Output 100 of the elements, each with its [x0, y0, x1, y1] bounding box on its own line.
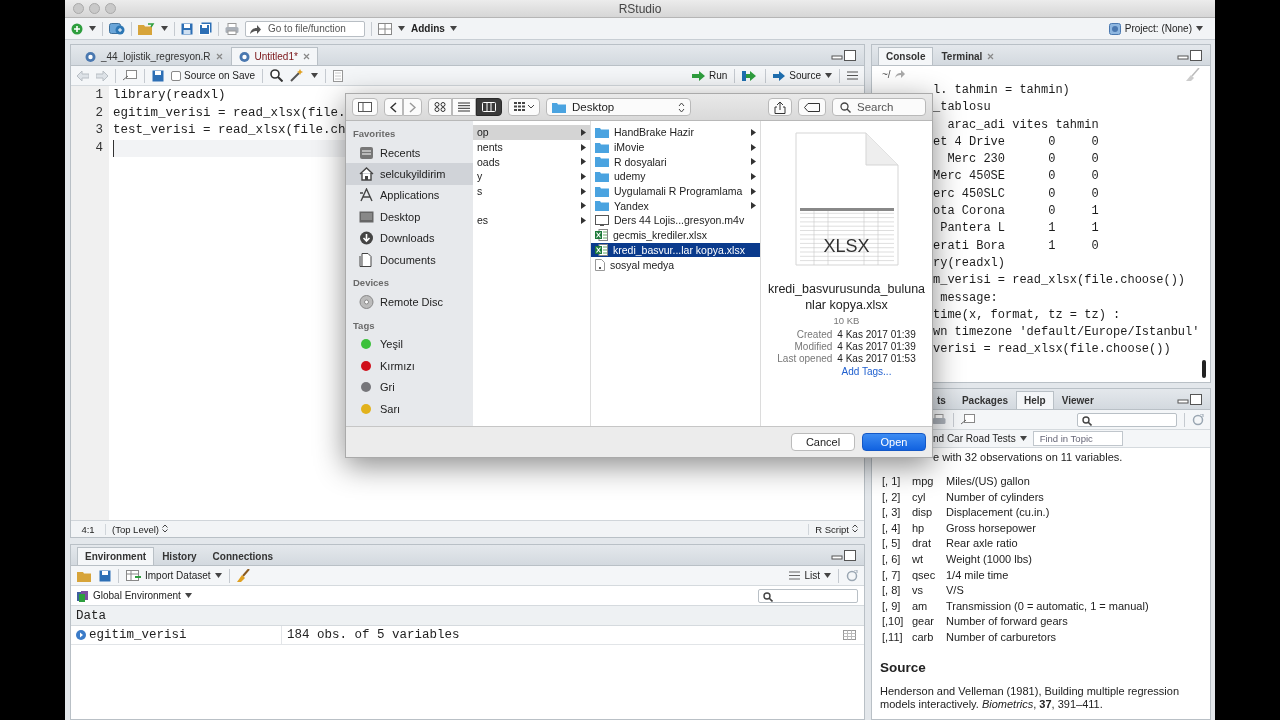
caret-icon[interactable] [214, 573, 222, 578]
tab[interactable]: Terminal [933, 47, 1003, 65]
file-row[interactable]: R dosyalari [591, 154, 760, 170]
caret-icon[interactable] [825, 73, 832, 78]
source-button[interactable]: Source [773, 70, 832, 81]
add-tags-link[interactable]: Add Tags... [841, 366, 892, 378]
file-row[interactable]: oads [473, 154, 590, 170]
tab[interactable]: Help [1016, 391, 1054, 409]
new-project-icon[interactable] [109, 22, 125, 35]
notebook-icon[interactable] [333, 69, 344, 82]
print-icon[interactable] [225, 22, 239, 35]
save-all-icon[interactable] [199, 22, 212, 35]
tab[interactable]: Connections [204, 547, 282, 565]
tab[interactable]: ts [929, 391, 954, 409]
save-icon[interactable] [181, 22, 193, 35]
sidebar-toggle-button[interactable] [352, 98, 378, 116]
sidebar-item[interactable]: Yeşil [346, 333, 473, 356]
import-dataset-button[interactable]: Import Dataset [126, 570, 222, 581]
sidebar-item[interactable]: Recents [346, 142, 473, 164]
show-in-window-icon[interactable] [123, 70, 137, 81]
search-icon[interactable] [270, 69, 284, 82]
file-row[interactable]: op [473, 125, 590, 140]
view-mode-button[interactable] [428, 98, 452, 116]
file-row[interactable]: s [473, 183, 590, 199]
maximize-icon[interactable] [844, 49, 856, 61]
caret-icon[interactable] [184, 593, 192, 598]
file-row[interactable]: sosyal medya [591, 257, 760, 272]
source-on-save-checkbox[interactable]: Source on Save [171, 70, 256, 81]
file-row[interactable]: Uygulamali R Programlama [591, 183, 760, 199]
list-view-menu[interactable]: List [789, 570, 831, 581]
arrange-button[interactable] [508, 98, 540, 116]
save-icon[interactable] [99, 569, 111, 582]
file-row[interactable]: es [473, 213, 590, 228]
environment-selector[interactable]: Global Environment [77, 589, 192, 602]
sidebar-item[interactable]: Kırmızı [346, 355, 473, 377]
sidebar-item[interactable]: Desktop [346, 206, 473, 228]
sidebar-item[interactable]: selcukyildirim [346, 163, 473, 185]
layout-grid-icon[interactable] [378, 22, 392, 35]
tab[interactable]: Untitled1* [230, 47, 318, 65]
sidebar-item[interactable]: Sarı [346, 397, 473, 420]
addins-menu[interactable]: Addins [411, 23, 457, 34]
dialog-button[interactable]: Cancel [791, 433, 855, 451]
tab[interactable]: Viewer [1053, 391, 1102, 409]
project-menu[interactable]: Project: (None) [1102, 21, 1209, 36]
open-folder-icon[interactable] [138, 22, 155, 35]
file-row[interactable]: Yandex [591, 198, 760, 214]
close-icon[interactable] [215, 53, 223, 60]
caret-icon[interactable] [449, 26, 457, 31]
maximize-icon[interactable] [1190, 393, 1202, 405]
caret-icon[interactable] [1196, 26, 1203, 31]
scope-selector[interactable]: (Top Level) [106, 523, 174, 535]
sidebar-item[interactable]: Applications [346, 184, 473, 207]
file-row[interactable]: nents [473, 139, 590, 155]
sidebar-item[interactable]: Documents [346, 248, 473, 271]
expand-icon[interactable] [76, 630, 86, 640]
new-file-icon[interactable] [71, 22, 83, 35]
view-mode-button[interactable] [476, 98, 502, 116]
view-table-icon[interactable] [843, 630, 856, 640]
tab[interactable]: Environment [77, 547, 155, 565]
go-to-file-field[interactable]: Go to file/function [245, 20, 365, 37]
share-button[interactable] [768, 98, 792, 116]
file-row[interactable]: Ders 44 Lojis...gresyon.m4v [591, 213, 760, 228]
search-field[interactable]: Search [832, 98, 926, 116]
file-row[interactable]: udemy [591, 169, 760, 184]
tab[interactable]: Packages [953, 391, 1017, 409]
search-field[interactable] [758, 588, 858, 603]
sidebar-item[interactable]: Remote Disc [346, 291, 473, 313]
dialog-button[interactable]: Open [862, 433, 926, 451]
scrollbar-thumb[interactable] [1202, 360, 1206, 378]
find-in-topic-field[interactable]: Find in Topic [1032, 431, 1123, 446]
file-type-selector[interactable]: R Script [808, 523, 864, 535]
caret-icon[interactable] [161, 26, 168, 31]
close-icon[interactable] [302, 53, 310, 60]
tab[interactable]: History [154, 547, 205, 565]
caret-icon[interactable] [89, 26, 96, 31]
file-row[interactable]: y [473, 169, 590, 184]
help-search-field[interactable] [1077, 412, 1177, 427]
caret-icon[interactable] [311, 73, 319, 78]
view-mode-button[interactable] [452, 98, 476, 116]
topic-menu[interactable]: nd Car Road Tests [933, 433, 1027, 444]
run-button[interactable]: Run [691, 70, 728, 81]
close-icon[interactable] [987, 53, 995, 60]
file-row[interactable]: iMovie [591, 139, 760, 155]
save-icon[interactable] [152, 69, 164, 82]
maximize-icon[interactable] [1190, 49, 1202, 61]
magic-wand-icon[interactable] [290, 69, 305, 82]
caret-icon[interactable] [1019, 436, 1027, 441]
back-button[interactable] [384, 98, 403, 116]
tab[interactable]: _44_lojistik_regresyon.R [77, 47, 231, 65]
caret-icon[interactable] [398, 26, 405, 31]
caret-icon[interactable] [824, 573, 831, 578]
tab[interactable]: Console [878, 47, 934, 65]
sidebar-item[interactable]: Gri [346, 376, 473, 398]
print-icon[interactable] [932, 413, 946, 426]
menu-icon[interactable] [847, 71, 858, 80]
tag-button[interactable] [798, 98, 826, 116]
maximize-icon[interactable] [844, 549, 856, 561]
broom-icon[interactable] [236, 569, 250, 582]
sidebar-item[interactable]: Downloads [346, 227, 473, 249]
file-row[interactable]: gecmis_krediler.xlsx [591, 227, 760, 243]
